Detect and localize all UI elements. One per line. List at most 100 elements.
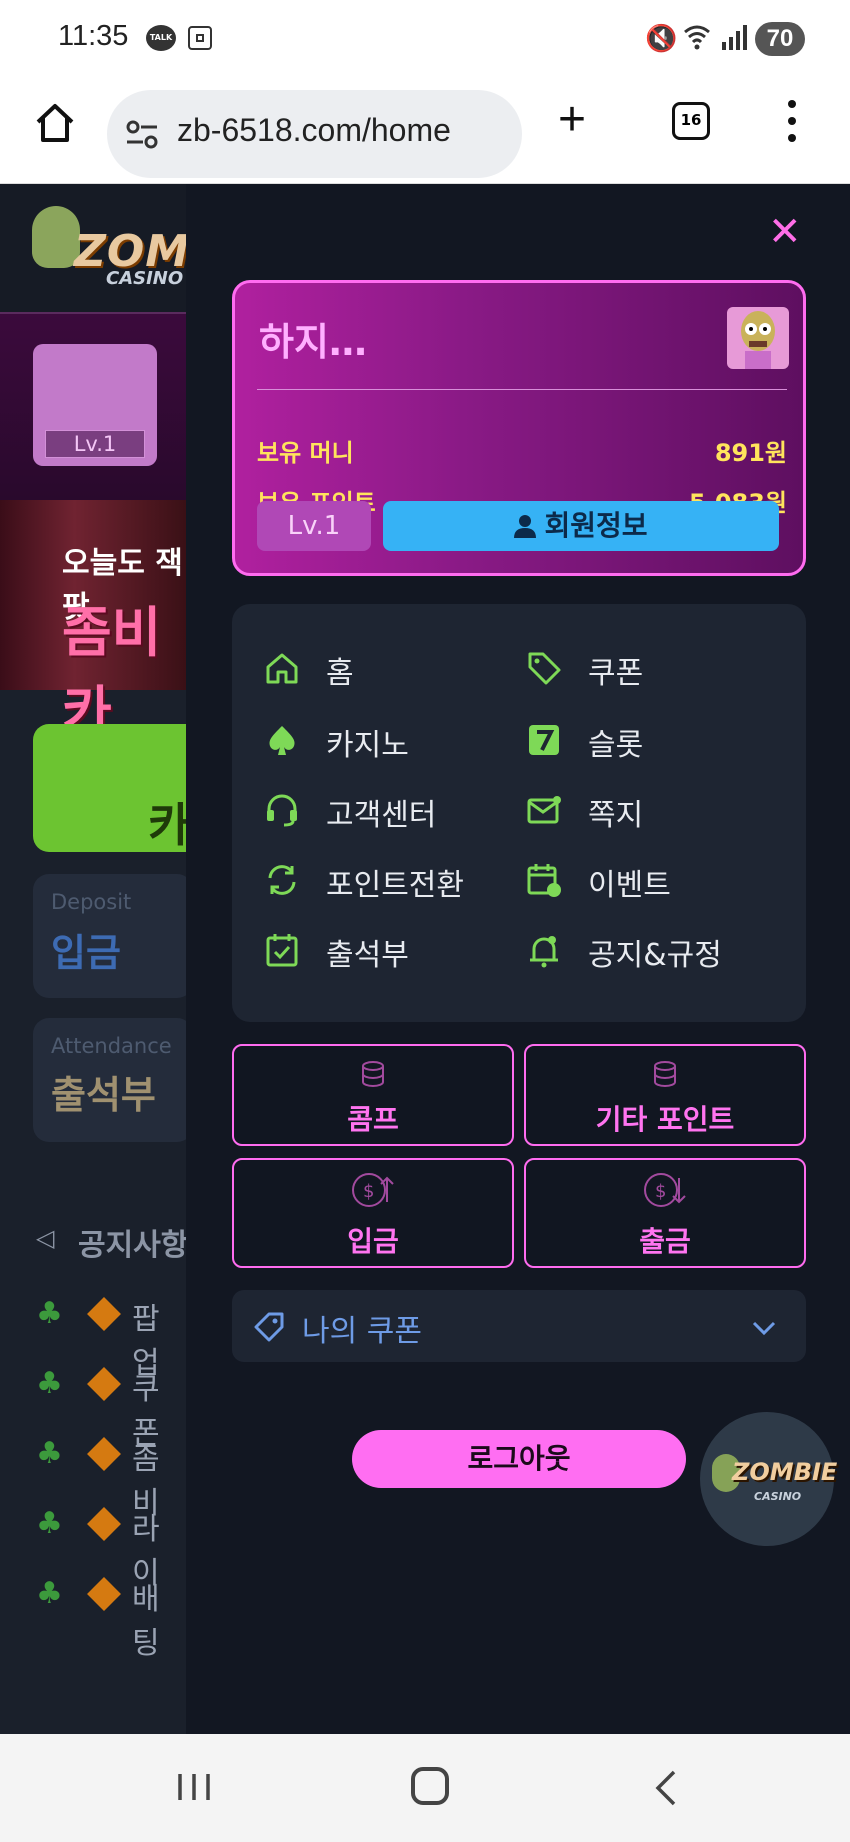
deposit-label: 입금 [347, 1225, 399, 1258]
talk-notification-icon: TALK [146, 25, 176, 51]
signal-icon [722, 25, 747, 50]
site-logo-sub: CASINO [106, 268, 184, 289]
money-row: 보유 머니 891원 [257, 433, 787, 468]
money-value: 891원 [714, 439, 787, 467]
menu-label: 공지&규정 [588, 938, 722, 973]
deposit-button[interactable]: $ 입금 [232, 1158, 514, 1268]
zombie-logo-icon [32, 206, 80, 268]
menu-label: 슬롯 [588, 728, 644, 763]
wifi-icon [684, 25, 710, 50]
calendar-icon [527, 864, 561, 897]
spade-icon [269, 726, 295, 755]
browser-home-icon[interactable] [32, 100, 78, 146]
home-nav-icon[interactable] [411, 1767, 449, 1805]
profile-band: Lv.1 [0, 314, 186, 500]
menu-label: 이벤트 [588, 868, 671, 903]
mute-icon: 🔇 [645, 24, 678, 54]
other-points-button[interactable]: 기타 포인트 [524, 1044, 806, 1146]
attendance-card-title: 출석부 [51, 1073, 156, 1117]
coins-icon [362, 1061, 384, 1087]
diamond-icon [87, 1367, 121, 1401]
banner-title: 좀비카 [62, 601, 162, 743]
status-bar: 11:35 TALK 🔇 70 [0, 0, 850, 78]
logout-button[interactable]: 로그아웃 [352, 1430, 686, 1488]
refresh-icon [268, 865, 296, 895]
tab-switcher-button[interactable]: 16 [672, 102, 710, 140]
system-nav-bar [0, 1734, 850, 1842]
notice-title: 공지사항 [78, 1228, 189, 1263]
bell-icon [530, 936, 558, 968]
coins-icon [654, 1061, 676, 1087]
mail-icon [527, 796, 561, 824]
user-icon [514, 515, 537, 538]
menu-label: 고객센터 [326, 798, 437, 833]
notice-text: 배팅 [132, 1582, 160, 1661]
level-badge: Lv.1 [45, 430, 145, 458]
menu-label: 쪽지 [588, 798, 644, 833]
attendance-card-subtitle: Attendance [51, 1034, 172, 1058]
withdraw-button[interactable]: $ 출금 [524, 1158, 806, 1268]
speaker-icon: ◁ [36, 1224, 55, 1252]
comp-button[interactable]: 콤프 [232, 1044, 514, 1146]
close-icon[interactable]: ✕ [768, 212, 802, 252]
site-settings-icon[interactable] [125, 118, 159, 150]
site-header: ZOMBIE CASINO [0, 184, 272, 314]
comp-label: 콤프 [347, 1103, 399, 1136]
menu-label: 포인트전환 [326, 868, 464, 903]
headset-icon [267, 794, 297, 827]
tag-icon [528, 652, 561, 685]
level-badge: Lv.1 [257, 501, 371, 551]
member-info-label: 회원정보 [544, 509, 648, 542]
status-time: 11:35 [58, 20, 129, 52]
club-icon: ♣ [36, 1576, 63, 1611]
fab-logo-sub: CASINO [754, 1490, 802, 1503]
svg-text:$: $ [655, 1181, 666, 1202]
diamond-icon [87, 1437, 121, 1471]
withdraw-icon: $ [644, 1173, 686, 1207]
battery-indicator: 70 [755, 22, 805, 56]
money-label: 보유 머니 [257, 439, 354, 467]
deposit-icon: $ [352, 1173, 394, 1207]
diamond-icon [87, 1507, 121, 1541]
seven-icon [529, 725, 559, 755]
club-icon: ♣ [36, 1296, 63, 1331]
address-bar[interactable]: zb-6518.com/home [107, 90, 522, 178]
promo-banner[interactable]: 오늘도 잭팟 좀비카 [0, 500, 186, 743]
new-tab-icon[interactable]: + [558, 92, 586, 147]
tag-icon [254, 1312, 284, 1342]
my-coupon-label: 나의 쿠폰 [302, 1314, 422, 1349]
user-name: 하지… [259, 320, 367, 364]
recent-apps-icon[interactable] [174, 1770, 214, 1804]
club-icon: ♣ [36, 1436, 63, 1471]
chevron-down-icon [752, 1321, 776, 1336]
club-icon: ♣ [36, 1506, 63, 1541]
deposit-card-title: 입금 [51, 931, 121, 975]
diamond-icon [87, 1297, 121, 1331]
casino-button-label: 카 [148, 798, 191, 852]
svg-text:$: $ [363, 1181, 374, 1202]
browser-toolbar: zb-6518.com/home + 16 [0, 78, 850, 184]
menu-label: 쿠폰 [588, 656, 644, 691]
menu-label: 카지노 [326, 728, 409, 763]
profile-card: 하지… 보유 머니891원 보유 포인트5,083원 Lv.1 회원정보 [232, 280, 806, 576]
divider [257, 389, 787, 390]
club-icon: ♣ [36, 1366, 63, 1401]
menu-label: 출석부 [326, 938, 409, 973]
other-points-label: 기타 포인트 [595, 1103, 735, 1136]
screenshot-icon [188, 26, 212, 50]
home-icon [266, 653, 298, 684]
my-coupon-dropdown[interactable]: 나의 쿠폰 [232, 1290, 806, 1362]
diamond-icon [87, 1577, 121, 1611]
floating-logo-button[interactable]: ZOMBIE CASINO [700, 1412, 838, 1546]
menu-label: 홈 [326, 656, 354, 691]
browser-menu-icon[interactable] [788, 100, 798, 144]
avatar [727, 307, 789, 369]
member-info-button[interactable]: 회원정보 [383, 501, 779, 551]
url-text[interactable]: zb-6518.com/home [177, 112, 451, 149]
back-icon[interactable] [652, 1768, 680, 1808]
fab-logo-text: ZOMBIE [732, 1458, 838, 1486]
withdraw-label: 출금 [639, 1225, 691, 1258]
drawer-menu: 홈 쿠폰 카지노 슬롯 고객센터 쪽지 포인트전환 이벤트 출석부 공지&규정 [232, 604, 806, 1022]
check-calendar-icon [266, 934, 298, 967]
deposit-card-subtitle: Deposit [51, 890, 132, 914]
